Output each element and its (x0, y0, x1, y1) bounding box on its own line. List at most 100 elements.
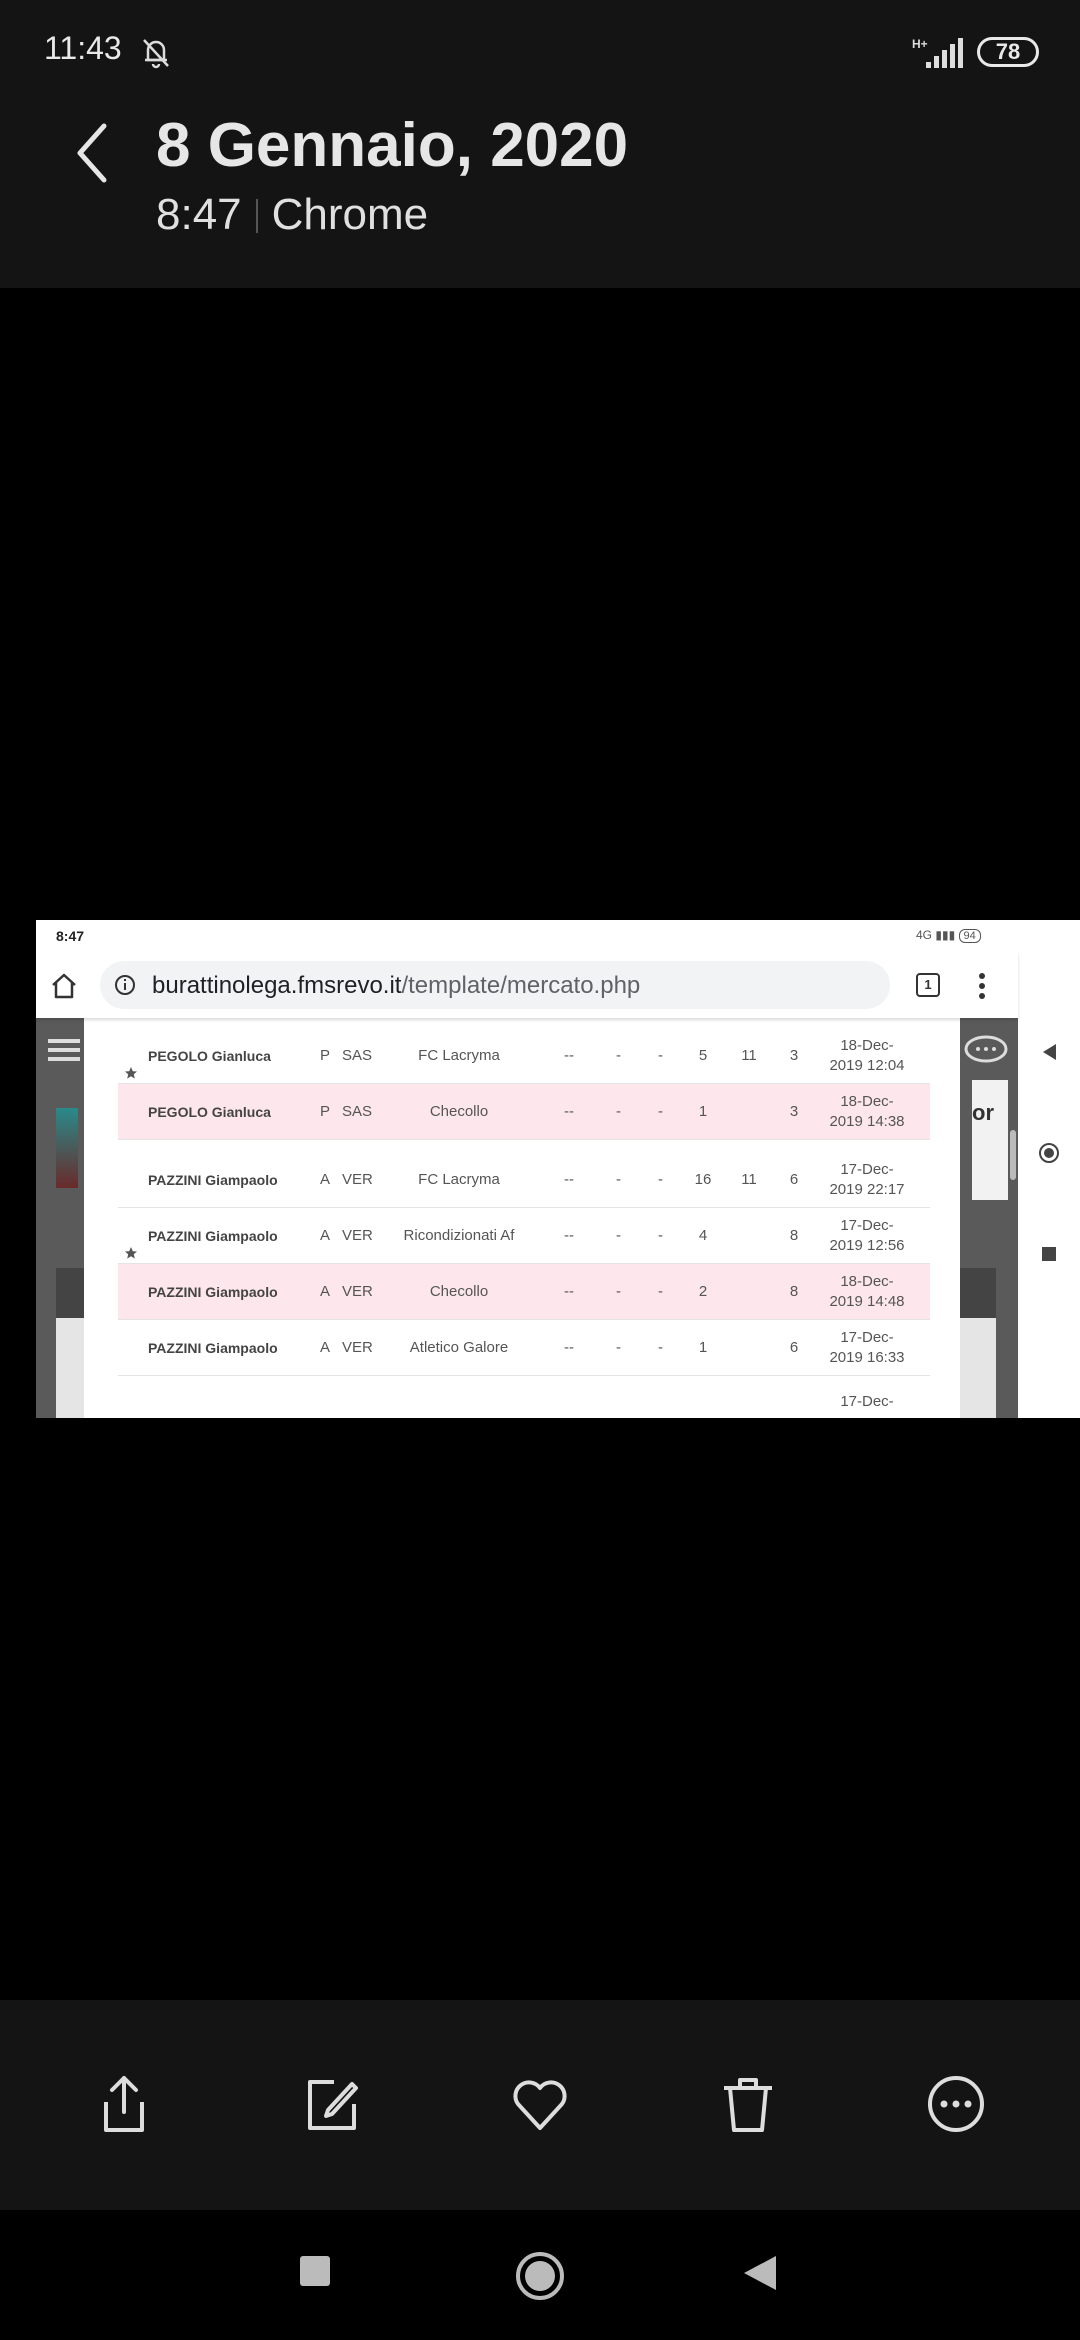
cellular-signal-icon: H+ (912, 37, 963, 68)
date-line-1: 17-Dec- (840, 1217, 894, 1234)
cell-c5: 11 (741, 1171, 757, 1188)
date-line-2: 2019 16:33 (829, 1349, 905, 1366)
partial-date: 17-Dec- (840, 1393, 894, 1410)
url-text: burattinolega.fmsrevo.it/template/mercat… (152, 972, 640, 1000)
date-line-2: 2019 14:48 (829, 1293, 905, 1310)
heart-icon[interactable] (508, 2072, 572, 2136)
cell-date: 17-Dec- 2019 22:17 (812, 1160, 922, 1200)
cell-team: Atletico Galore (409, 1339, 509, 1356)
table-row[interactable]: PAZZINI Giampaolo A VER Ricondizionati Af --… (118, 1208, 930, 1264)
cell-role: A (320, 1283, 331, 1300)
cell-c6: 8 (789, 1227, 799, 1244)
cell-club: VER (342, 1283, 373, 1300)
screenshot-image[interactable]: 8:47 4G ▮▮▮ 94 burattinolega.fmsrevo.it/… (36, 920, 1080, 1418)
table-row[interactable]: PEGOLO Gianluca P SAS Checollo -- - -1 3 18-Dec-… (118, 1084, 930, 1140)
cell-name: PAZZINI Giampaolo (148, 1228, 278, 1244)
cell-team: FC Lacryma (418, 1047, 500, 1064)
chat-icon[interactable] (962, 1034, 1012, 1064)
cell-club: VER (342, 1227, 373, 1244)
cell-date: 18-Dec- 2019 12:04 (812, 1036, 922, 1076)
cell-c3: - (658, 1227, 663, 1244)
chrome-toolbar: burattinolega.fmsrevo.it/template/mercat… (36, 952, 1018, 1018)
date-line-1: 17-Dec- (840, 1329, 894, 1346)
cell-name: PEGOLO Gianluca (148, 1104, 271, 1120)
cell-name: PAZZINI Giampaolo (148, 1284, 278, 1300)
web-page: or PEGOLO Gianluca P SAS FC Lacryma -- - -5 11 3… (36, 1018, 1018, 1418)
cell-c3: - (658, 1171, 663, 1188)
cell-c3: - (658, 1283, 663, 1300)
cell-c1: -- (564, 1047, 574, 1064)
table-row[interactable]: PAZZINI Giampaolo A VER Checollo -- - -2 8 18-De… (118, 1264, 930, 1320)
cell-c1: -- (564, 1103, 574, 1120)
cell-c4: 4 (698, 1227, 708, 1244)
recents-icon[interactable] (298, 2254, 332, 2288)
date-line-1: 18-Dec- (840, 1093, 894, 1110)
cell-c4: 2 (698, 1283, 708, 1300)
cell-c1: -- (564, 1227, 574, 1244)
photo-date-title: 8 Gennaio, 2020 (156, 111, 629, 180)
star-icon (124, 1048, 138, 1079)
screenshot-status-bar: 8:47 4G ▮▮▮ 94 (36, 920, 1080, 952)
cell-team: FC Lacryma (418, 1171, 500, 1188)
nav-home-icon[interactable] (1038, 1142, 1060, 1164)
cell-team: Checollo (429, 1103, 489, 1120)
transfer-list-modal: PEGOLO Gianluca P SAS FC Lacryma -- - -5 11 3 18-… (84, 1018, 960, 1418)
battery-indicator: 78 (977, 37, 1039, 67)
cell-club: SAS (342, 1047, 373, 1064)
nav-back-icon[interactable] (1040, 1042, 1058, 1062)
back-arrow-icon[interactable] (70, 118, 120, 188)
cell-c1: -- (564, 1339, 574, 1356)
cell-c4: 1 (698, 1103, 708, 1120)
cell-c5 (734, 1264, 764, 1320)
cell-c4: 1 (698, 1339, 708, 1356)
cell-date: 17-Dec- 2019 12:56 (812, 1216, 922, 1256)
network-type-label: H+ (912, 37, 928, 51)
photo-header: 8 Gennaio, 2020 8:47 Chrome (0, 100, 1080, 288)
nav-recents-icon[interactable] (1041, 1246, 1057, 1262)
cell-c1: -- (564, 1171, 574, 1188)
tab-switcher-button[interactable]: 1 (916, 973, 940, 997)
cell-date: 17-Dec- 2019 16:33 (812, 1328, 922, 1368)
cell-club: VER (342, 1339, 373, 1356)
cell-c2: - (616, 1227, 621, 1244)
source-app: Chrome (271, 190, 429, 239)
date-line-2: 2019 12:04 (829, 1057, 905, 1074)
cell-c6: 6 (789, 1171, 799, 1188)
cell-c5 (734, 1208, 764, 1264)
screenshot-status-icons: 4G ▮▮▮ 94 (916, 928, 981, 943)
url-path: /template/mercato.php (401, 972, 641, 999)
back-button-icon[interactable] (742, 2254, 778, 2292)
hamburger-menu-icon[interactable] (48, 1038, 80, 1062)
cell-c5 (734, 1320, 764, 1376)
share-icon[interactable] (92, 2072, 156, 2136)
screenshot-network-type: 4G (916, 928, 933, 942)
cell-team: Ricondizionati Af (403, 1227, 515, 1244)
separator (255, 199, 258, 233)
cell-c2: - (616, 1047, 621, 1064)
cell-team: Checollo (429, 1283, 489, 1300)
more-options-icon[interactable] (924, 2072, 988, 2136)
cell-c2: - (616, 1339, 621, 1356)
table-row[interactable]: PAZZINI Giampaolo A VER FC Lacryma -- - -16 11 6… (118, 1152, 930, 1208)
address-bar[interactable]: burattinolega.fmsrevo.it/template/mercat… (100, 961, 890, 1009)
cell-club: SAS (342, 1103, 373, 1120)
cell-c2: - (616, 1283, 621, 1300)
home-button-icon[interactable] (514, 2250, 566, 2302)
edit-icon[interactable] (300, 2072, 364, 2136)
date-line-1: 18-Dec- (840, 1273, 894, 1290)
table-row[interactable]: PAZZINI Giampaolo A VER Atletico Galore -- - -… (118, 1320, 930, 1376)
bell-off-icon (143, 39, 169, 69)
more-vert-icon[interactable] (978, 972, 986, 1000)
cell-role: P (320, 1047, 331, 1064)
table-row[interactable]: PEGOLO Gianluca P SAS FC Lacryma -- - -5 11 3 18-… (118, 1028, 930, 1084)
trash-icon[interactable] (716, 2072, 780, 2136)
scroll-indicator[interactable] (1010, 1130, 1016, 1180)
cell-c6: 8 (789, 1283, 799, 1300)
screenshot-nav-bar (1018, 920, 1080, 1418)
home-icon[interactable] (50, 972, 78, 1000)
info-icon[interactable] (114, 974, 136, 996)
date-line-1: 18-Dec- (840, 1037, 894, 1054)
cell-role: A (320, 1171, 331, 1188)
cell-role: P (320, 1103, 331, 1120)
page-thumbnail (56, 1108, 78, 1188)
